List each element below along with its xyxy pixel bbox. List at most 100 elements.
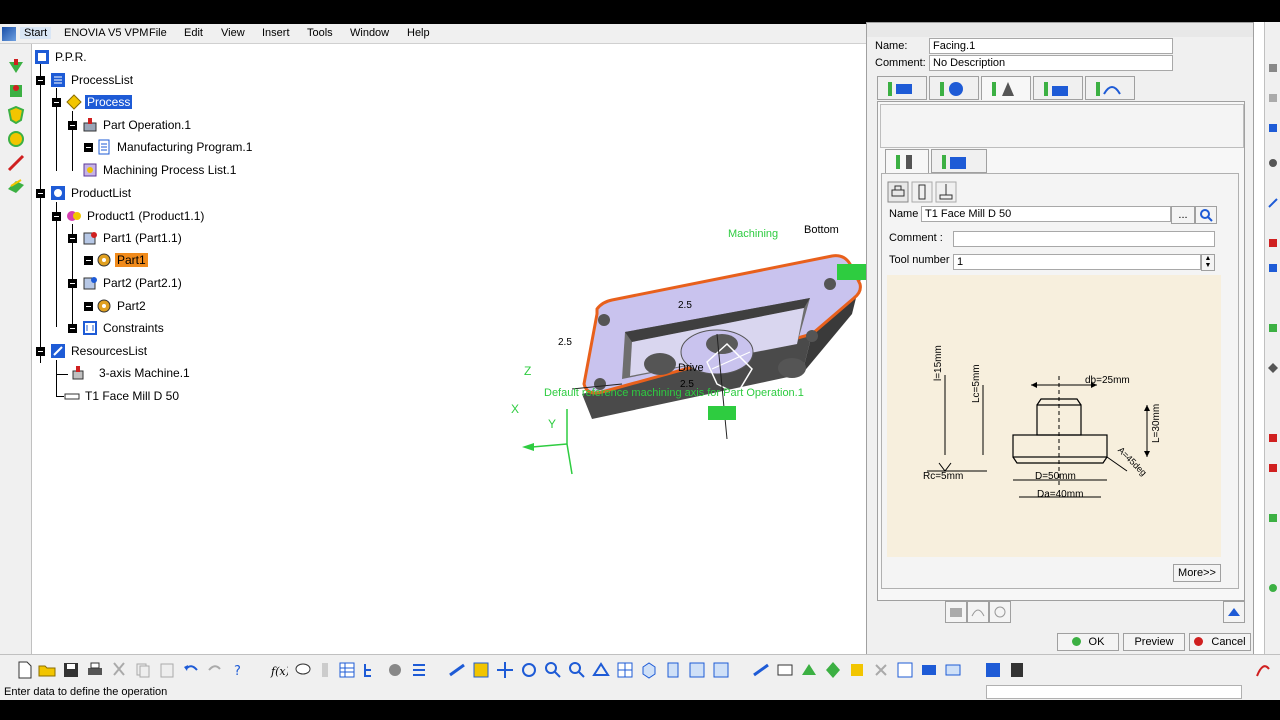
open-icon[interactable]: [38, 661, 56, 679]
save-icon[interactable]: [62, 661, 80, 679]
tool-icon[interactable]: [1267, 432, 1279, 444]
catalog-icon[interactable]: [386, 661, 404, 679]
formula-icon[interactable]: f(x): [270, 661, 288, 679]
collapse-toggle[interactable]: [36, 189, 45, 198]
catia-logo-icon[interactable]: [2, 27, 16, 41]
tool-icon[interactable]: [1267, 92, 1279, 104]
video-icon[interactable]: [920, 661, 938, 679]
menu-edit[interactable]: Edit: [184, 27, 203, 39]
tree-node-tool[interactable]: T1 Face Mill D 50: [64, 388, 181, 404]
collapse-toggle[interactable]: [68, 279, 77, 288]
copy-icon[interactable]: [134, 661, 152, 679]
undo-icon[interactable]: [182, 661, 200, 679]
tool-icon[interactable]: [1267, 237, 1279, 249]
expand-toggle[interactable]: [68, 324, 77, 333]
power-input-field[interactable]: [986, 685, 1242, 699]
analyze-button[interactable]: [1223, 601, 1245, 623]
tool-icon[interactable]: [1267, 512, 1279, 524]
new-icon[interactable]: [16, 661, 34, 679]
tree-node-product1[interactable]: Product1 (Product1.1): [66, 208, 206, 224]
browse-button[interactable]: ...: [1171, 206, 1195, 224]
tool-icon[interactable]: [1267, 322, 1279, 334]
line-icon[interactable]: [7, 154, 25, 172]
plane-icon[interactable]: [7, 176, 25, 194]
swap-visible-icon[interactable]: [712, 661, 730, 679]
tree-node-productlist[interactable]: ProductList: [50, 185, 133, 201]
tool-path-icon[interactable]: [7, 82, 25, 100]
dialog-title-bar[interactable]: [867, 23, 1253, 37]
comment-icon[interactable]: [294, 661, 312, 679]
shield-icon[interactable]: [7, 106, 25, 124]
t-slotter-type-icon[interactable]: [935, 181, 957, 203]
simulate-icon[interactable]: [848, 661, 866, 679]
sequence-icon[interactable]: [7, 130, 25, 148]
machining-icon[interactable]: [7, 58, 25, 76]
disabled-tool-icon[interactable]: [872, 661, 890, 679]
tab-feeds-speeds[interactable]: [1033, 76, 1083, 100]
face-mill-type-icon[interactable]: [887, 181, 909, 203]
collapse-toggle[interactable]: [52, 212, 61, 221]
replay-video-button[interactable]: [989, 601, 1011, 623]
bottom-tag[interactable]: Bottom: [804, 224, 839, 236]
more-button[interactable]: More>>: [1173, 564, 1221, 582]
tool-icon[interactable]: [1267, 582, 1279, 594]
collapse-toggle[interactable]: [68, 121, 77, 130]
preview-button[interactable]: Preview: [1123, 633, 1185, 651]
operation-comment-field[interactable]: No Description: [929, 55, 1173, 71]
operation-icon[interactable]: [800, 661, 818, 679]
knowledge-icon[interactable]: [316, 661, 334, 679]
tool-comment-field[interactable]: [953, 231, 1215, 247]
tree-node-part-operation[interactable]: Part Operation.1: [82, 117, 193, 133]
tool-name-field[interactable]: T1 Face Mill D 50: [921, 206, 1171, 222]
multi-view-icon[interactable]: [616, 661, 634, 679]
collapse-toggle[interactable]: [36, 347, 45, 356]
tab-tool[interactable]: [981, 76, 1031, 100]
fit-all-icon[interactable]: [472, 661, 490, 679]
tree-icon[interactable]: [362, 661, 380, 679]
menu-file[interactable]: File: [149, 27, 167, 39]
shading-icon[interactable]: [664, 661, 682, 679]
menu-window[interactable]: Window: [350, 27, 389, 39]
menu-enovia[interactable]: ENOVIA V5 VPM: [64, 27, 148, 39]
compute-icon[interactable]: [824, 661, 842, 679]
redo-icon[interactable]: [206, 661, 224, 679]
replay-path-button[interactable]: [967, 601, 989, 623]
collapse-toggle[interactable]: [52, 98, 61, 107]
expand-toggle[interactable]: [84, 302, 93, 311]
tree-node-root[interactable]: P.P.R.: [34, 49, 89, 65]
tool-icon[interactable]: [1267, 462, 1279, 474]
table-icon[interactable]: [338, 661, 356, 679]
tree-node-part1-instance[interactable]: Part1 (Part1.1): [82, 230, 184, 246]
tool-number-spinner[interactable]: ▲ ▼: [1201, 254, 1215, 271]
menu-start[interactable]: Start: [20, 27, 52, 39]
tool-icon[interactable]: [1267, 62, 1279, 74]
tree-node-part2-instance[interactable]: Part2 (Part2.1): [82, 275, 184, 291]
collapse-toggle[interactable]: [68, 234, 77, 243]
replay-tool-button[interactable]: [945, 601, 967, 623]
tree-node-manufacturing-program[interactable]: Manufacturing Program.1: [96, 139, 254, 155]
tree-node-processlist[interactable]: ProcessList: [50, 72, 135, 88]
3d-viewport[interactable]: P.P.R. ProcessList Process Part Operatio…: [32, 44, 877, 654]
rotate-icon[interactable]: [520, 661, 538, 679]
cut-icon[interactable]: [110, 661, 128, 679]
grid-icon[interactable]: [896, 661, 914, 679]
tree-node-machine[interactable]: 3-axis Machine.1: [70, 365, 192, 381]
operation-name-field[interactable]: Facing.1: [929, 38, 1173, 54]
menu-tools[interactable]: Tools: [307, 27, 333, 39]
normal-view-icon[interactable]: [592, 661, 610, 679]
image-icon[interactable]: [944, 661, 962, 679]
tool-icon[interactable]: [1267, 262, 1279, 274]
ok-button[interactable]: OK: [1057, 633, 1119, 651]
zoom-in-icon[interactable]: [544, 661, 562, 679]
menu-help[interactable]: Help: [407, 27, 430, 39]
tool-icon[interactable]: [1267, 362, 1279, 374]
tree-node-machining-process-list[interactable]: Machining Process List.1: [82, 162, 238, 178]
tab-strategy[interactable]: [877, 76, 927, 100]
tool-number-field[interactable]: 1: [953, 254, 1201, 270]
expand-toggle[interactable]: [84, 256, 93, 265]
iso-view-icon[interactable]: [640, 661, 658, 679]
nc-output-icon[interactable]: [984, 661, 1002, 679]
paste-icon[interactable]: [158, 661, 176, 679]
menu-insert[interactable]: Insert: [262, 27, 290, 39]
pan-icon[interactable]: [496, 661, 514, 679]
